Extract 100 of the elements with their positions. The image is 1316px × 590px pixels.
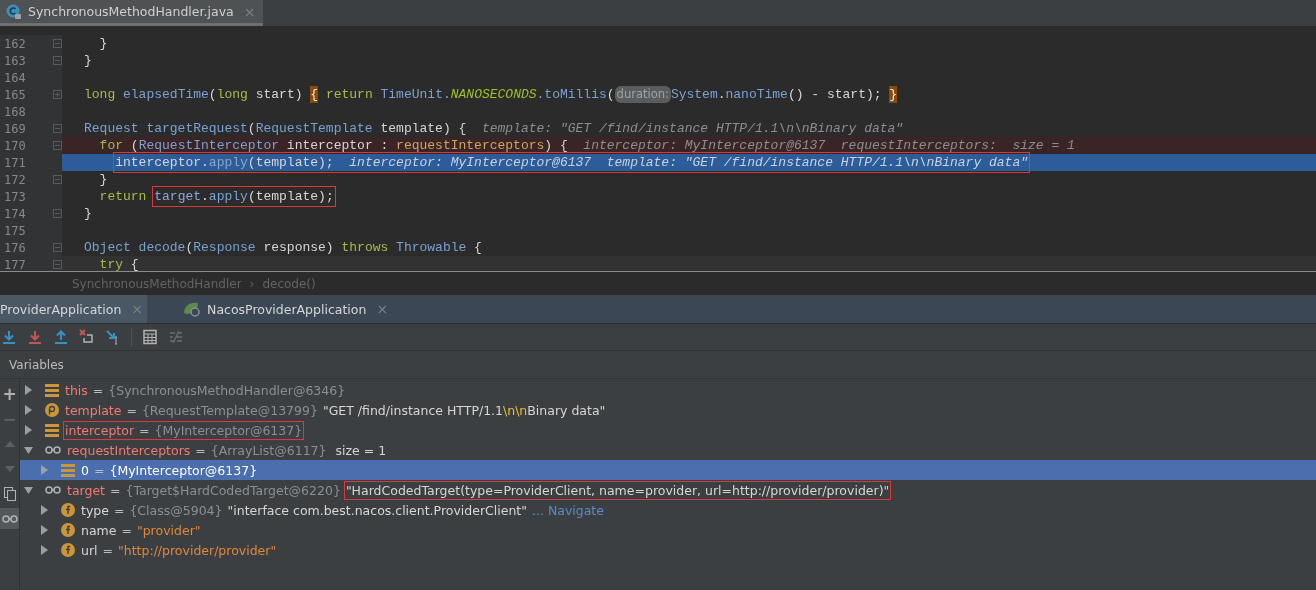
collapse-arrow-icon[interactable] bbox=[24, 485, 33, 495]
expand-arrow-icon[interactable] bbox=[24, 425, 33, 435]
matched-brace: { bbox=[310, 86, 319, 103]
variable-name: template bbox=[65, 402, 122, 418]
value-ref: {MyInterceptor@6137} bbox=[109, 462, 258, 478]
code-token: Response bbox=[193, 239, 256, 256]
variable-name: interceptor bbox=[65, 422, 135, 438]
expand-arrow-icon[interactable] bbox=[40, 465, 49, 475]
value-text: size = 1 bbox=[334, 442, 387, 458]
code-token: apply bbox=[208, 155, 248, 170]
line-number: 162 bbox=[3, 36, 27, 51]
code-token: { bbox=[129, 256, 139, 271]
code-token: throws bbox=[341, 239, 389, 256]
code-token: long bbox=[84, 86, 116, 103]
arrow-up-icon[interactable] bbox=[53, 329, 69, 345]
collapse-icon[interactable] bbox=[53, 243, 62, 252]
code-token: ( bbox=[247, 120, 256, 137]
parameter-icon bbox=[45, 403, 59, 417]
code-token: RequestTemplate bbox=[255, 120, 373, 137]
drop-frame-icon[interactable] bbox=[79, 329, 95, 345]
collapse-icon[interactable] bbox=[53, 124, 62, 133]
value-ref: {Class@5904} bbox=[129, 502, 223, 518]
expand-arrow-icon[interactable] bbox=[40, 545, 49, 555]
breadcrumb-item[interactable]: SynchronousMethodHandler bbox=[72, 276, 242, 291]
final-field-icon bbox=[61, 523, 75, 537]
equals-sign: = bbox=[195, 442, 206, 458]
collapse-icon[interactable] bbox=[53, 56, 62, 65]
variable-name: requestInterceptors bbox=[67, 442, 191, 458]
breadcrumb-item[interactable]: decode() bbox=[262, 276, 316, 291]
collapse-icon[interactable] bbox=[53, 260, 62, 269]
code-token: ) { bbox=[544, 137, 569, 154]
equals-sign: = bbox=[126, 402, 137, 418]
expand-arrow-icon[interactable] bbox=[24, 385, 33, 395]
code-token: { bbox=[473, 239, 482, 256]
value-ref: {ArrayList@6117} bbox=[210, 442, 327, 458]
calculator-icon[interactable] bbox=[142, 329, 158, 345]
code-token: } bbox=[98, 171, 108, 188]
equals-sign: = bbox=[121, 522, 132, 538]
code-token: () - start); bbox=[787, 86, 883, 103]
arrow-down-icon[interactable] bbox=[27, 329, 43, 345]
code-token: interceptor : bbox=[285, 137, 390, 154]
variable-name: target bbox=[67, 482, 105, 498]
variable-name: 0 bbox=[81, 462, 89, 478]
code-token: NANOSECONDS bbox=[450, 86, 537, 103]
collapse-icon[interactable] bbox=[53, 141, 62, 150]
close-icon[interactable]: × bbox=[376, 301, 389, 317]
value-ref: {MyInterceptor@6137} bbox=[154, 422, 303, 438]
collapse-arrow-icon[interactable] bbox=[24, 445, 33, 455]
expand-arrow-icon[interactable] bbox=[24, 405, 33, 415]
matched-brace: } bbox=[889, 86, 898, 103]
equals-sign: = bbox=[93, 462, 105, 478]
watches-button[interactable] bbox=[0, 508, 19, 529]
debug-tab[interactable]: NacosProviderApplication × bbox=[183, 295, 393, 323]
code-token: template) { bbox=[379, 120, 468, 137]
collapse-icon[interactable] bbox=[53, 175, 62, 184]
selected-row[interactable]: 0 = {MyInterceptor@6137} bbox=[20, 460, 1316, 480]
arrow-down-icon[interactable] bbox=[1, 329, 17, 345]
line-number: 163 bbox=[3, 53, 27, 68]
line-number: 177 bbox=[3, 257, 27, 271]
code-token: elapsedTime bbox=[122, 86, 209, 103]
value-text: Binary data" bbox=[527, 402, 606, 418]
line-number: 172 bbox=[3, 172, 27, 187]
code-token: for bbox=[98, 137, 123, 154]
code-token: return bbox=[98, 188, 147, 205]
code-token: ( bbox=[606, 86, 615, 103]
code-token: Request bbox=[84, 120, 139, 137]
field-icon bbox=[45, 423, 59, 437]
close-icon[interactable]: × bbox=[243, 3, 256, 20]
string-value: "http://provider/provider" bbox=[118, 542, 277, 558]
navigate-link[interactable]: ... Navigate bbox=[532, 502, 604, 518]
line-number: 164 bbox=[3, 70, 27, 85]
line-number: 173 bbox=[3, 189, 27, 204]
triangle-up-icon bbox=[4, 439, 15, 448]
expand-icon[interactable] bbox=[53, 90, 62, 99]
collapse-icon[interactable] bbox=[53, 209, 62, 218]
code-token: apply bbox=[208, 189, 248, 204]
code-token: System bbox=[670, 86, 718, 103]
code-token: nanoTime bbox=[725, 86, 788, 103]
debug-tab[interactable]: ProviderApplication × bbox=[0, 295, 148, 323]
code-token: target bbox=[154, 189, 202, 204]
code-token: } bbox=[84, 52, 92, 69]
code-token: .toMillis bbox=[536, 86, 607, 103]
expand-arrow-icon[interactable] bbox=[40, 525, 49, 535]
add-button[interactable]: + bbox=[0, 383, 19, 404]
variable-name: this bbox=[65, 382, 88, 398]
close-icon[interactable]: × bbox=[131, 301, 144, 317]
parameter-hint: duration: bbox=[614, 86, 671, 103]
variable-name: name bbox=[81, 522, 117, 538]
breadcrumb-item[interactable]: › bbox=[249, 276, 255, 291]
collapse-icon[interactable] bbox=[53, 39, 62, 48]
code-token: . bbox=[201, 189, 209, 204]
glasses-icon bbox=[45, 486, 61, 494]
expand-arrow-icon[interactable] bbox=[40, 505, 49, 515]
code-token: (template); bbox=[247, 155, 335, 170]
line-number: 168 bbox=[3, 104, 27, 119]
glasses-icon bbox=[45, 446, 61, 454]
code-token: start) bbox=[254, 86, 304, 103]
editor-tab[interactable]: SynchronousMethodHandler.java × bbox=[0, 0, 264, 26]
code-token: response) bbox=[262, 239, 335, 256]
code-token: . bbox=[717, 86, 726, 103]
